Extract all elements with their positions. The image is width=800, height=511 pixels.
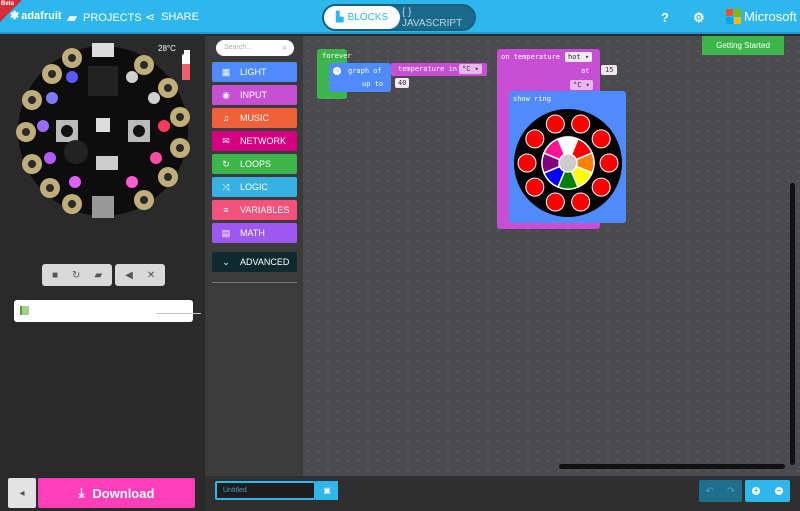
download-icon: ⤓ bbox=[78, 485, 85, 500]
project-name-input[interactable]: Untitled bbox=[215, 481, 316, 500]
screenshot-icon[interactable]: ▰ bbox=[94, 270, 102, 281]
adafruit-logo[interactable]: ✱ adafruit bbox=[10, 9, 62, 23]
ring-led[interactable] bbox=[599, 153, 619, 173]
redo-icon[interactable]: ↷ bbox=[727, 486, 735, 497]
category-input[interactable]: ◉ INPUT bbox=[212, 85, 297, 105]
zoom-in-icon[interactable]: + bbox=[752, 487, 761, 495]
microsoft-logo[interactable]: Microsoft bbox=[726, 9, 797, 24]
category-music[interactable]: ♫ MUSIC bbox=[212, 108, 297, 128]
fullscreen-icon[interactable]: ✕ bbox=[147, 270, 155, 281]
graph-block[interactable]: ○ graph of up to bbox=[329, 63, 391, 92]
top-bar: Beta ✱ adafruit ▰ PROJECTS ⋖ SHARE ▙ BLOCK… bbox=[0, 0, 800, 34]
beta-label: Beta bbox=[1, 1, 15, 7]
show-ring-block[interactable]: show ring bbox=[509, 91, 626, 223]
palette-off[interactable] bbox=[558, 153, 578, 173]
share-button[interactable]: ⋖ SHARE bbox=[145, 10, 199, 24]
advanced-divider bbox=[212, 282, 297, 283]
simulator-controls: ■ ↻ ▰ ◀ ✕ bbox=[42, 264, 166, 286]
serial-graph-line bbox=[156, 313, 201, 314]
temperature-reporter[interactable]: temperature in °C ▾ bbox=[391, 63, 487, 76]
event-unit-dropdown[interactable]: °C ▾ bbox=[570, 80, 593, 90]
tab-blocks[interactable]: ▙ BLOCKS bbox=[324, 6, 400, 29]
search-input[interactable]: Search... ⌕ bbox=[216, 40, 294, 56]
help-icon[interactable]: ? bbox=[661, 10, 669, 25]
search-icon: ⌕ bbox=[282, 43, 287, 52]
serial-console[interactable] bbox=[14, 300, 201, 322]
tab-javascript[interactable]: { } JAVASCRIPT bbox=[402, 6, 474, 29]
ring-led[interactable] bbox=[571, 192, 591, 212]
star-icon: ✱ bbox=[10, 10, 20, 22]
save-button[interactable]: ▣ bbox=[316, 481, 338, 500]
chat-icon: ✉ bbox=[222, 135, 230, 146]
unit-dropdown[interactable]: °C ▾ bbox=[459, 64, 482, 74]
condition-dropdown[interactable]: hot ▾ bbox=[565, 52, 593, 62]
editor-toggle: ▙ BLOCKS { } JAVASCRIPT bbox=[322, 4, 476, 31]
threshold-input[interactable]: 15 bbox=[601, 65, 618, 75]
getting-started-button[interactable]: Getting Started bbox=[702, 36, 784, 55]
projects-button[interactable]: ▰ PROJECTS bbox=[67, 10, 142, 26]
vertical-scrollbar[interactable] bbox=[790, 183, 795, 465]
ring-led[interactable] bbox=[517, 153, 537, 173]
zoom-group: + − bbox=[745, 480, 790, 502]
category-variables[interactable]: ≡ VARIABLES bbox=[212, 200, 297, 220]
ring-led[interactable] bbox=[545, 114, 565, 134]
category-math[interactable]: ▤ MATH bbox=[212, 223, 297, 243]
collapse-simulator-button[interactable]: ◂ bbox=[8, 478, 36, 508]
thermometer-fill bbox=[182, 64, 190, 80]
ring-led[interactable] bbox=[591, 177, 611, 197]
category-light[interactable]: ▦ LIGHT bbox=[212, 62, 297, 82]
calculator-icon: ▤ bbox=[221, 227, 231, 238]
workspace-footer: Untitled ▣ ↶ ↷ + − bbox=[205, 476, 800, 511]
ring-led[interactable] bbox=[571, 114, 591, 134]
category-advanced[interactable]: ⌄ ADVANCED bbox=[212, 252, 297, 272]
mute-icon[interactable]: ◀ bbox=[125, 270, 133, 281]
loop-icon: ↻ bbox=[222, 158, 230, 169]
thermometer[interactable] bbox=[182, 54, 190, 80]
download-button[interactable]: ⤓ Download bbox=[38, 478, 195, 508]
headphones-icon: ♫ bbox=[222, 113, 230, 123]
undo-redo-group: ↶ ↷ bbox=[699, 480, 742, 502]
grid-icon: ▦ bbox=[221, 66, 231, 77]
graph-icon: ○ bbox=[333, 67, 341, 75]
category-network[interactable]: ✉ NETWORK bbox=[212, 131, 297, 151]
ring-led[interactable] bbox=[591, 129, 611, 149]
windows-icon bbox=[726, 9, 741, 24]
category-loops[interactable]: ↻ LOOPS bbox=[212, 154, 297, 174]
gear-icon[interactable]: ⚙ bbox=[693, 10, 705, 26]
category-logic[interactable]: ⤨ LOGIC bbox=[212, 177, 297, 197]
serial-tag bbox=[20, 306, 29, 315]
ring-picker[interactable] bbox=[514, 109, 622, 217]
ring-led[interactable] bbox=[545, 192, 565, 212]
save-icon: ▣ bbox=[323, 486, 331, 495]
stop-icon[interactable]: ■ bbox=[52, 270, 58, 281]
folder-icon: ▰ bbox=[67, 10, 77, 25]
blocks-workspace[interactable]: Getting Started forever ○ graph of up to… bbox=[303, 36, 800, 476]
share-icon: ⋖ bbox=[145, 10, 156, 24]
chevron-down-icon: ⌄ bbox=[222, 256, 230, 267]
circuit-playground-board[interactable] bbox=[12, 40, 194, 222]
temperature-readout: 28°C bbox=[158, 44, 176, 53]
toolbox: Search... ⌕ ▦ LIGHT ◉ INPUT ♫ MUSIC ✉ NETWOR… bbox=[205, 36, 303, 476]
zoom-out-icon[interactable]: − bbox=[774, 487, 783, 495]
simulator-panel: 28°C ■ ↻ ▰ ◀ ✕ bbox=[0, 36, 205, 476]
restart-icon[interactable]: ↻ bbox=[72, 270, 80, 281]
list-icon: ≡ bbox=[223, 205, 229, 215]
puzzle-icon: ▙ bbox=[335, 12, 344, 23]
target-icon: ◉ bbox=[222, 89, 230, 100]
ring-led[interactable] bbox=[525, 177, 545, 197]
max-value-input[interactable]: 40 bbox=[395, 78, 410, 88]
undo-icon[interactable]: ↶ bbox=[706, 486, 714, 497]
collapse-icon: ◂ bbox=[19, 487, 25, 499]
shuffle-icon: ⤨ bbox=[222, 181, 230, 192]
horizontal-scrollbar[interactable] bbox=[559, 464, 785, 469]
ring-led[interactable] bbox=[525, 129, 545, 149]
